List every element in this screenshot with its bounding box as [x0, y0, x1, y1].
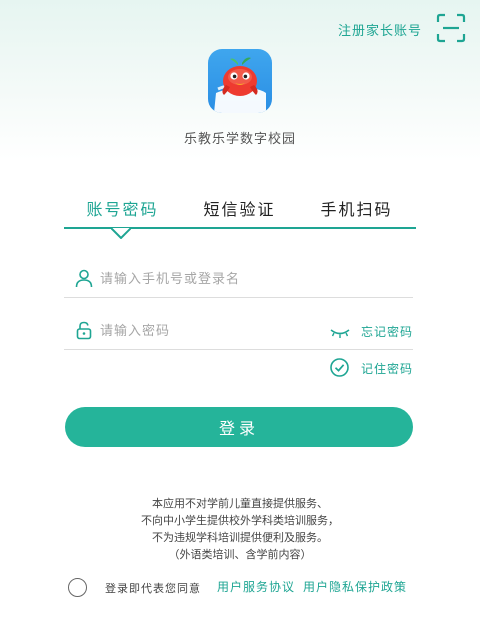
user-icon: [75, 269, 93, 288]
user-service-agreement-link[interactable]: 用户服务协议: [217, 578, 295, 595]
forgot-password-link[interactable]: 忘记密码: [361, 323, 413, 340]
agreement-prefix: 登录即代表您同意: [105, 582, 201, 595]
password-field: 忘记密码: [64, 314, 413, 350]
password-input[interactable]: [100, 318, 320, 344]
tab-account-password[interactable]: 账号密码: [64, 196, 181, 220]
app-logo: [208, 49, 272, 113]
tab-phone-scan[interactable]: 手机扫码: [298, 196, 415, 220]
active-tab-indicator: [111, 227, 131, 239]
username-field: [64, 262, 413, 298]
login-button[interactable]: 登录: [65, 407, 413, 447]
privacy-policy-link[interactable]: 用户隐私保护政策: [303, 578, 407, 595]
red-bird-mascot-icon: [214, 57, 266, 113]
notice-line: 本应用不对学前儿童直接提供服务、: [152, 497, 328, 510]
register-parent-account-link[interactable]: 注册家长账号: [338, 20, 422, 39]
agreement-radio[interactable]: [68, 578, 87, 597]
service-notice: 本应用不对学前儿童直接提供服务、 不向中小学生提供校外学科类培训服务， 不为违规…: [0, 495, 480, 563]
scan-frame-icon[interactable]: [436, 13, 466, 43]
notice-line: 不为违规学科培训提供便利及服务。: [152, 531, 328, 544]
app-name: 乐教乐学数字校园: [183, 132, 296, 147]
notice-line: 不向中小学生提供校外学科类培训服务，: [141, 514, 339, 527]
remember-password-label[interactable]: 记住密码: [361, 360, 413, 377]
notice-line: （外语类培训、含学前内容）: [168, 548, 312, 561]
login-method-tabs: 账号密码 短信验证 手机扫码: [64, 196, 416, 230]
tab-sms-verification[interactable]: 短信验证: [181, 196, 298, 220]
eye-closed-icon[interactable]: [330, 327, 350, 339]
remember-password-checkbox[interactable]: [330, 358, 349, 377]
lock-icon: [76, 321, 92, 340]
username-input[interactable]: [100, 266, 320, 292]
